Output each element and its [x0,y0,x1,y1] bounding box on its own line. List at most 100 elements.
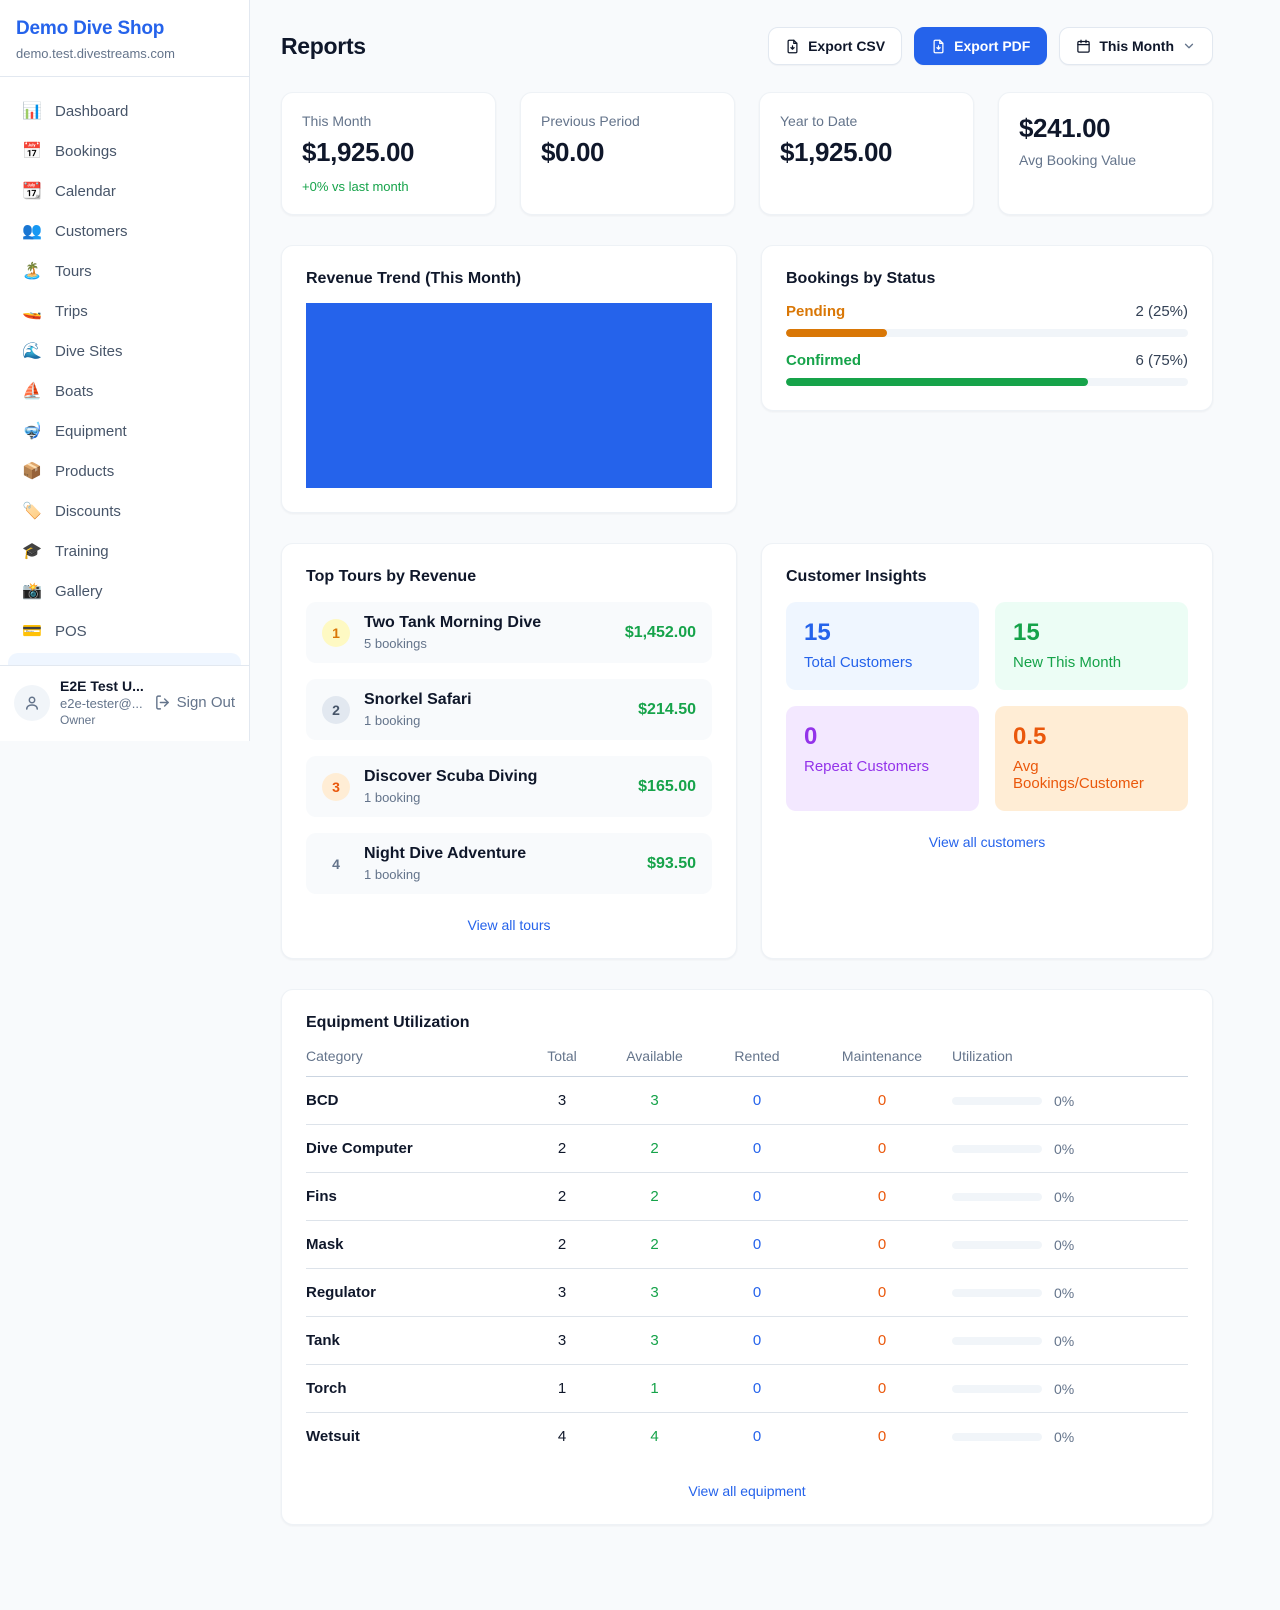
available-cell: 3 [607,1332,702,1349]
utilization-pct: 0% [1054,1237,1074,1253]
available-cell: 3 [607,1284,702,1301]
person-icon [23,694,41,712]
tile-label: New This Month [1013,654,1170,671]
sidebar-item-dashboard[interactable]: 📊 Dashboard [8,91,241,131]
rented-cell: 0 [702,1188,812,1205]
tour-revenue: $1,452.00 [625,624,696,642]
shop-name[interactable]: Demo Dive Shop [16,18,233,40]
calendar-date-icon: 📅 [22,141,42,161]
user-name: E2E Test U... [60,678,144,694]
sidebar-item-trips[interactable]: 🚤 Trips [8,291,241,331]
sidebar-item-discounts[interactable]: 🏷️ Discounts [8,491,241,531]
col-utilization: Utilization [952,1048,1188,1064]
status-label: Confirmed [786,352,861,369]
sign-out-button[interactable]: Sign Out [154,694,235,711]
view-all-equipment-link[interactable]: View all equipment [306,1482,1188,1500]
sidebar-item-training[interactable]: 🎓 Training [8,531,241,571]
tile-value: 0 [804,723,961,751]
tour-name: Night Dive Adventure [364,845,633,863]
sidebar-item-tours[interactable]: 🏝️ Tours [8,251,241,291]
sidebar-item-pos[interactable]: 💳 POS [8,611,241,651]
table-row: Mask 2 2 0 0 0% [306,1221,1188,1269]
logout-icon [154,694,171,711]
tour-revenue: $214.50 [638,701,696,719]
tile-value: 0.5 [1013,723,1170,751]
available-cell: 1 [607,1380,702,1397]
total-cell: 4 [517,1428,607,1445]
col-total: Total [517,1048,607,1064]
stat-label: Avg Booking Value [1019,152,1192,168]
table-row: Wetsuit 4 4 0 0 0% [306,1413,1188,1460]
customer-insights-card: Customer Insights 15 Total Customers 15 … [761,543,1213,959]
bookings-by-status-title: Bookings by Status [786,270,1188,288]
tile-avg-bookings-customer: 0.5 Avg Bookings/Customer [995,706,1188,811]
tour-row: 4 Night Dive Adventure 1 booking $93.50 [306,833,712,894]
utilization-bar [952,1145,1042,1153]
utilization-cell: 0% [952,1333,1188,1349]
app-root: Demo Dive Shop demo.test.divestreams.com… [0,0,1280,1565]
sidebar-item-dive-sites[interactable]: 🌊 Dive Sites [8,331,241,371]
category-cell: Fins [306,1188,517,1205]
col-maintenance: Maintenance [812,1048,952,1064]
stat-value: $1,925.00 [302,137,475,168]
rank-badge: 1 [322,619,350,647]
file-download-icon [785,39,800,54]
sidebar-item-label: Boats [55,383,93,400]
tour-revenue: $93.50 [647,855,696,873]
tile-label: Repeat Customers [804,758,961,775]
maintenance-cell: 0 [812,1092,952,1109]
utilization-bar [952,1337,1042,1345]
sidebar-item-bookings[interactable]: 📅 Bookings [8,131,241,171]
sidebar-item-reports-partial[interactable] [8,653,241,665]
rented-cell: 0 [702,1332,812,1349]
user-role: Owner [60,713,144,727]
sidebar-item-products[interactable]: 📦 Products [8,451,241,491]
utilization-cell: 0% [952,1141,1188,1157]
maintenance-cell: 0 [812,1332,952,1349]
rented-cell: 0 [702,1284,812,1301]
sidebar-item-label: Trips [55,303,88,320]
available-cell: 2 [607,1140,702,1157]
export-csv-button[interactable]: Export CSV [768,27,902,65]
utilization-cell: 0% [952,1093,1188,1109]
tour-bookings: 1 booking [364,713,624,728]
tour-name: Discover Scuba Diving [364,768,624,786]
diving-mask-icon: 🤿 [22,421,42,441]
utilization-bar [952,1193,1042,1201]
sidebar-item-equipment[interactable]: 🤿 Equipment [8,411,241,451]
maintenance-cell: 0 [812,1140,952,1157]
period-dropdown[interactable]: This Month [1059,27,1213,65]
stat-label: Year to Date [780,113,953,129]
speedboat-icon: 🚤 [22,301,42,321]
maintenance-cell: 0 [812,1428,952,1445]
tile-repeat-customers: 0 Repeat Customers [786,706,979,811]
tour-bookings: 1 booking [364,867,633,882]
table-row: Torch 1 1 0 0 0% [306,1365,1188,1413]
export-pdf-button[interactable]: Export PDF [914,27,1047,65]
tour-row: 3 Discover Scuba Diving 1 booking $165.0… [306,756,712,817]
sidebar-item-boats[interactable]: ⛵ Boats [8,371,241,411]
total-cell: 1 [517,1380,607,1397]
tile-label: Total Customers [804,654,961,671]
category-cell: Tank [306,1332,517,1349]
rented-cell: 0 [702,1140,812,1157]
category-cell: Regulator [306,1284,517,1301]
status-bar-fill [786,329,887,337]
view-all-customers-link[interactable]: View all customers [786,833,1188,851]
tile-label: Avg Bookings/Customer [1013,758,1170,792]
utilization-bar [952,1385,1042,1393]
sidebar-nav: 📊 Dashboard 📅 Bookings 📆 Calendar 👥 Cust… [0,77,249,665]
utilization-bar [952,1241,1042,1249]
rented-cell: 0 [702,1428,812,1445]
sidebar-item-customers[interactable]: 👥 Customers [8,211,241,251]
utilization-cell: 0% [952,1429,1188,1445]
customer-insights-title: Customer Insights [786,568,1188,586]
sidebar-item-gallery[interactable]: 📸 Gallery [8,571,241,611]
view-all-tours-link[interactable]: View all tours [306,916,712,934]
revenue-trend-title: Revenue Trend (This Month) [306,270,712,288]
graduation-cap-icon: 🎓 [22,541,42,561]
utilization-pct: 0% [1054,1333,1074,1349]
insights-row: Top Tours by Revenue 1 Two Tank Morning … [281,543,1213,959]
export-pdf-label: Export PDF [954,38,1030,54]
sidebar-item-calendar[interactable]: 📆 Calendar [8,171,241,211]
